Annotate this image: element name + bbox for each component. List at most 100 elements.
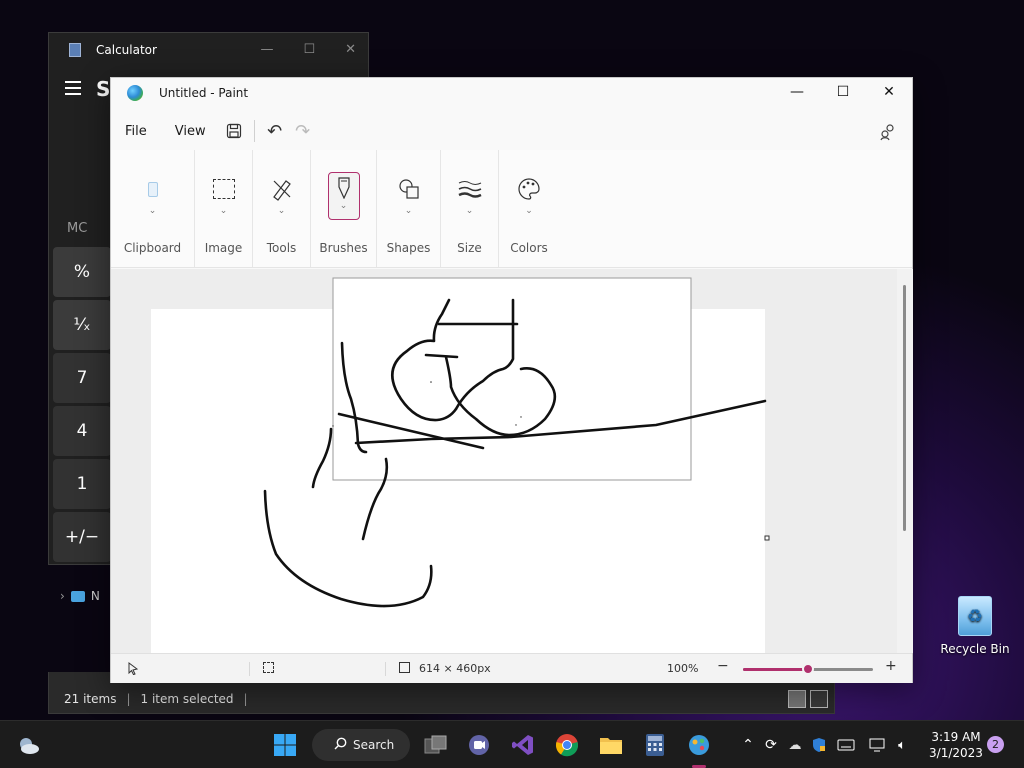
network-icon [70, 590, 85, 602]
recycle-bin-shortcut[interactable]: Recycle Bin [940, 596, 1010, 656]
security-shield-icon[interactable] [807, 733, 831, 757]
menu-file[interactable]: File [111, 124, 161, 139]
task-view-icon[interactable] [424, 733, 448, 757]
ribbon-group-brushes[interactable]: ⌄ Brushes [311, 150, 377, 267]
memory-clear-button[interactable]: MC [67, 221, 87, 236]
chevron-down-icon: ⌄ [148, 206, 157, 216]
negate-key[interactable]: +/− [53, 512, 111, 562]
recycle-bin-label: Recycle Bin [940, 642, 1010, 656]
canvas-size-icon [399, 662, 410, 673]
scrollbar-thumb[interactable] [903, 285, 906, 531]
clock-date: 3/1/2023 [929, 746, 983, 760]
taskbar-search[interactable]: Search [312, 729, 410, 761]
chevron-down-icon: ⌄ [404, 206, 413, 216]
zoom-in-icon[interactable]: + [885, 658, 897, 674]
zoom-slider-fill [743, 668, 808, 671]
undo-icon[interactable]: ↶ [261, 117, 289, 145]
clock-time: 3:19 AM [931, 730, 981, 744]
selection-size-icon [263, 662, 274, 673]
paint-menubar: File View ↶ ↷ [111, 114, 912, 148]
percent-key[interactable]: % [53, 247, 111, 297]
close-button[interactable]: ✕ [866, 78, 912, 106]
cursor-position-icon [127, 662, 139, 678]
start-icon[interactable] [273, 733, 297, 757]
visual-studio-icon[interactable] [511, 733, 535, 757]
reciprocal-key[interactable]: ¹⁄ₓ [53, 300, 111, 350]
brush-selector[interactable]: ⌄ [327, 172, 360, 220]
sync-icon[interactable]: ⟳ [759, 733, 783, 757]
network-monitor-icon[interactable] [866, 733, 890, 757]
search-label: Search [353, 738, 395, 752]
line-size-icon [457, 176, 482, 202]
drawing-surface[interactable] [111, 269, 897, 653]
ribbon-group-shapes[interactable]: ⌄ Shapes [377, 150, 441, 267]
chevron-down-icon: ⌄ [465, 206, 474, 216]
minimize-button[interactable]: — [774, 78, 820, 106]
maximize-button[interactable]: ☐ [820, 78, 866, 106]
view-toggle [788, 690, 828, 708]
minimize-icon[interactable]: — [260, 42, 273, 57]
palette-icon [517, 176, 541, 202]
ribbon-label-colors: Colors [510, 241, 548, 255]
calculator-app-icon [69, 43, 81, 57]
status-separator: | [126, 692, 131, 706]
keyboard-icon[interactable] [834, 733, 858, 757]
ribbon-label-clipboard: Clipboard [123, 241, 182, 255]
ribbon-group-image[interactable]: ⌄ Image [195, 150, 253, 267]
tiles-view-button[interactable] [810, 690, 828, 708]
volume-icon[interactable]: 🔈︎ [890, 733, 914, 757]
menu-view[interactable]: View [161, 124, 220, 139]
chevron-down-icon: ⌄ [219, 206, 228, 216]
ribbon-label-shapes: Shapes [386, 241, 431, 255]
status-divider [385, 662, 386, 676]
notification-badge[interactable]: 2 [987, 736, 1004, 753]
chrome-icon[interactable] [555, 733, 579, 757]
close-icon[interactable]: ✕ [345, 42, 356, 57]
ribbon-group-colors[interactable]: ⌄ Colors [499, 150, 559, 267]
chevron-down-icon: ⌄ [525, 206, 533, 216]
ribbon-group-clipboard[interactable]: ⌄ Clipboard [111, 150, 195, 267]
zoom-out-icon[interactable]: − [717, 658, 729, 674]
file-explorer-icon[interactable] [599, 733, 623, 757]
share-icon[interactable] [874, 118, 902, 146]
redo-icon[interactable]: ↷ [289, 117, 317, 145]
paint-taskbar-icon[interactable] [687, 733, 711, 757]
onedrive-icon[interactable]: ☁ [783, 733, 807, 757]
maximize-icon[interactable]: ☐ [303, 42, 315, 57]
ribbon-label-tools: Tools [266, 241, 297, 255]
pencil-eraser-icon [270, 176, 294, 202]
four-key[interactable]: 4 [53, 406, 111, 456]
ribbon-label-brushes: Brushes [319, 241, 368, 255]
chevron-right-icon: › [60, 589, 65, 603]
canvas-size-label: 614 × 460px [419, 662, 491, 675]
canvas-workspace[interactable] [111, 269, 897, 653]
clipboard-icon [147, 176, 158, 202]
paint-title: Untitled - Paint [159, 86, 249, 100]
calculator-title: Calculator [96, 43, 157, 57]
chevron-up-icon[interactable]: ⌃ [736, 733, 760, 757]
weather-icon[interactable] [16, 733, 40, 757]
save-icon[interactable] [220, 117, 248, 145]
vertical-scrollbar[interactable] [897, 269, 913, 653]
chevron-down-icon: ⌄ [277, 206, 286, 216]
ribbon-label-size: Size [457, 241, 482, 255]
taskbar-clock[interactable]: 3:19 AM 3/1/2023 [924, 729, 988, 761]
calculator-window-controls: — ☐ ✕ [260, 42, 356, 57]
search-icon [334, 737, 347, 753]
explorer-nav-label: N [90, 589, 100, 603]
details-view-button[interactable] [788, 690, 806, 708]
calculator-keypad: % ¹⁄ₓ 7 4 1 +/− [53, 247, 113, 565]
ribbon-group-tools[interactable]: ⌄ Tools [253, 150, 311, 267]
explorer-nav-item[interactable]: › N [60, 589, 100, 603]
ribbon-group-size[interactable]: ⌄ Size [441, 150, 499, 267]
hamburger-menu-icon[interactable] [65, 81, 81, 99]
seven-key[interactable]: 7 [53, 353, 111, 403]
zoom-slider-thumb[interactable] [802, 663, 814, 675]
zoom-percent[interactable]: 100% [667, 662, 698, 675]
brush-icon [337, 177, 350, 199]
status-item-count: 21 items [64, 692, 117, 706]
teams-chat-icon[interactable] [467, 733, 491, 757]
zoom-slider[interactable] [743, 663, 873, 675]
calculator-taskbar-icon[interactable] [643, 733, 667, 757]
one-key[interactable]: 1 [53, 459, 111, 509]
